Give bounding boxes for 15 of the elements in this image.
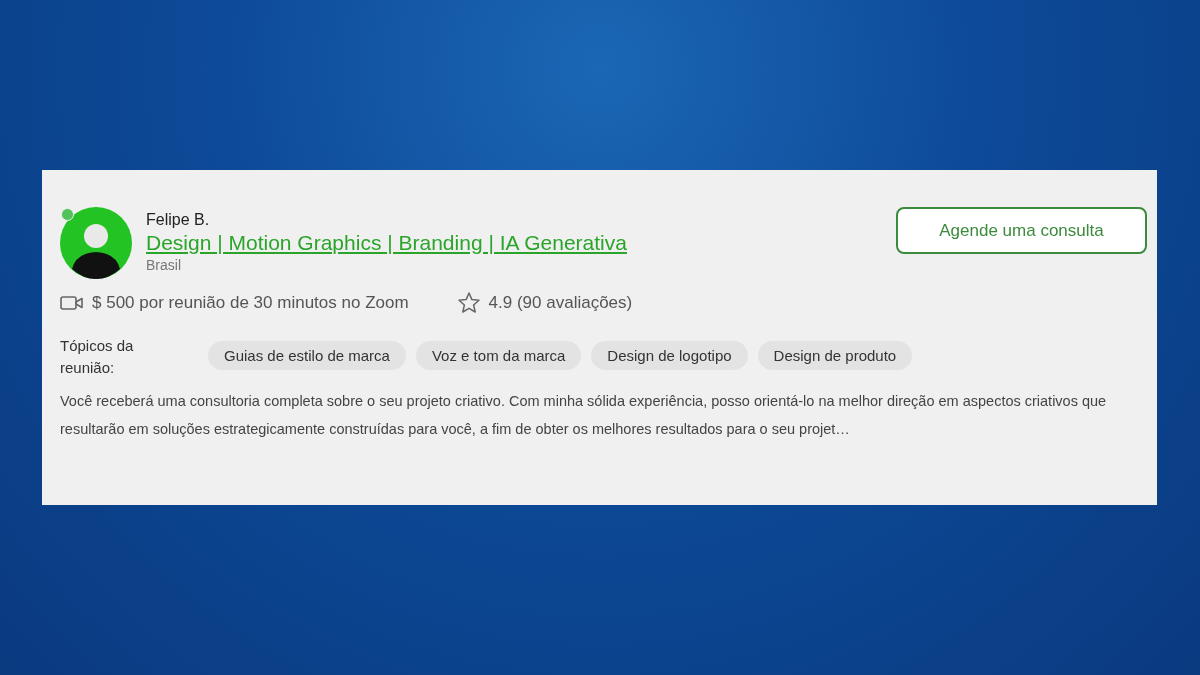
headline-link[interactable]: Design | Motion Graphics | Branding | IA Generativa [146, 230, 627, 256]
topic-tag: Design de logotipo [591, 341, 748, 370]
person-name: Felipe B. [146, 210, 211, 230]
topic-tag: Guias de estilo de marca [208, 341, 406, 370]
avatar [60, 207, 132, 279]
description-text: Você receberá uma consultoria completa sobre o seu projeto criativo. Com minha sólida experiência, posso orientá-lo na melhor direção em aspectos criativos que resultarão em soluções estrategicamente construídas para você, a fim de obter os melhores resultados para o seu projet… [60, 392, 1108, 439]
video-camera-icon [60, 295, 84, 311]
book-consultation-button[interactable]: Agende uma consulta [896, 207, 1147, 254]
price-text: $ 500 por reunião de 30 minutos no Zoom [92, 293, 409, 313]
country-text: Brasil [146, 256, 182, 274]
rating-text: 4.9 (90 avaliações) [488, 293, 633, 313]
topics-label: Tópicos da reunião: [60, 336, 135, 378]
topic-tag: Voz e tom da marca [415, 341, 582, 370]
topic-tag: Design de produto [757, 341, 913, 370]
star-icon [456, 291, 481, 315]
